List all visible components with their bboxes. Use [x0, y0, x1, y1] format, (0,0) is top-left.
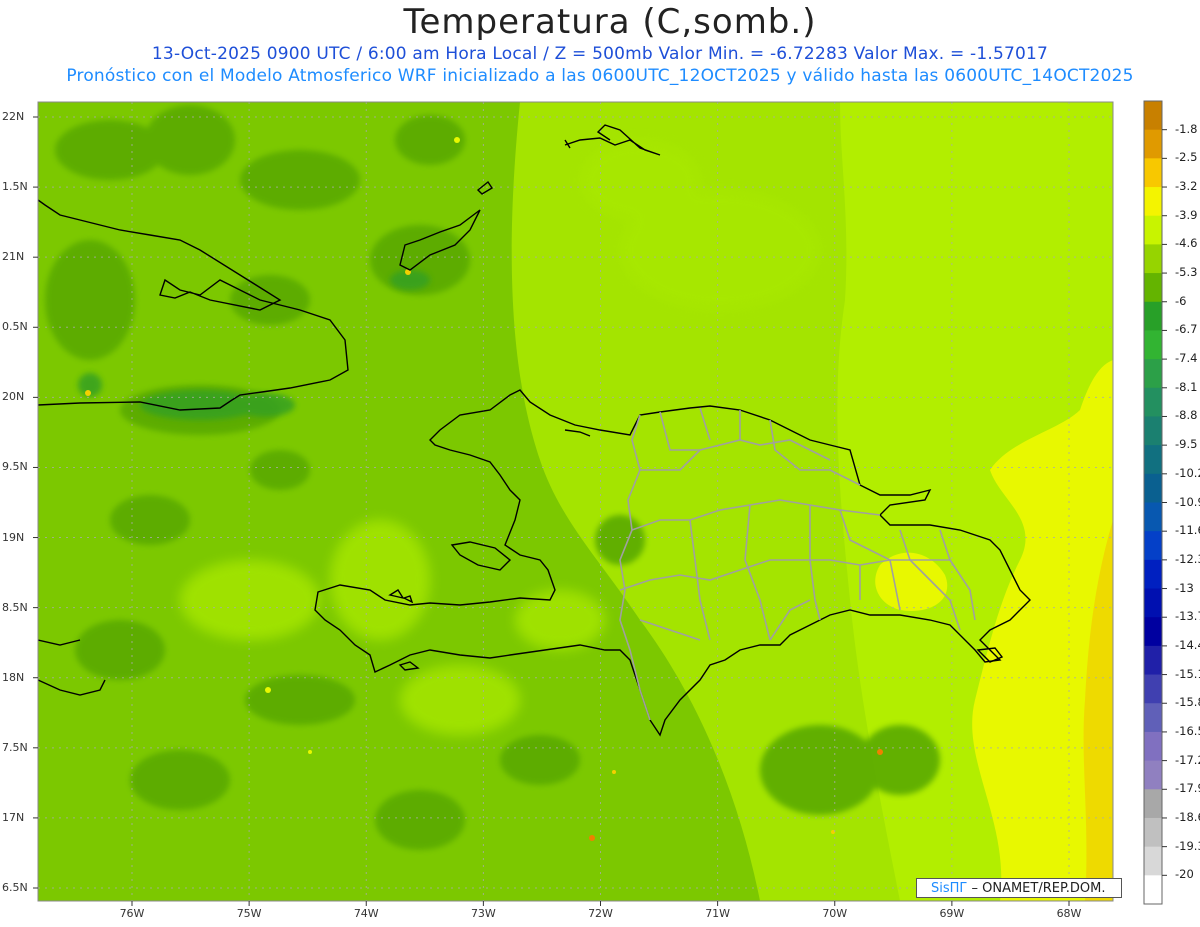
colorbar-segment [1144, 588, 1162, 618]
colorbar-label: -8.1 [1175, 379, 1198, 394]
latitude-label: 1.5N [2, 180, 28, 194]
latitude-label: 6.5N [2, 881, 28, 894]
colorbar-label: -15.1 [1175, 666, 1200, 681]
longitude-label: 68W [1056, 907, 1082, 920]
latitude-label: 8.5N [2, 600, 28, 614]
colorbar-segment [1144, 617, 1162, 647]
colorbar-label: -19.3 [1175, 838, 1200, 853]
colorbar-segment [1144, 703, 1162, 733]
latitude-label: 0.5N [2, 320, 28, 334]
colorbar-segment [1144, 559, 1162, 590]
longitude-label: 71W [705, 907, 731, 920]
colorbar-label: -12.3 [1175, 551, 1200, 566]
colorbar-segment [1144, 789, 1162, 819]
colorbar-label: -10.9 [1175, 494, 1200, 509]
credit-sis: SisПГ [931, 881, 968, 896]
colorbar-segment [1144, 301, 1162, 331]
latitude-label: 17N [2, 810, 25, 824]
colorbar-label: -9.5 [1175, 437, 1198, 452]
temperature-map [33, 100, 1167, 906]
longitude-label: 73W [470, 907, 496, 920]
latitude-label: 20N [2, 390, 25, 404]
colorbar [1143, 100, 1167, 905]
longitude-label: 72W [588, 907, 613, 920]
colorbar-label: -6.7 [1175, 322, 1198, 337]
colorbar-label: -8.8 [1175, 408, 1198, 423]
colorbar-segment [1144, 875, 1162, 905]
colorbar-label: -6 [1175, 293, 1187, 308]
colorbar-segment [1144, 817, 1162, 848]
colorbar-label: -20 [1175, 867, 1194, 882]
latitude-label: 19N [2, 530, 25, 544]
colorbar-label: -15.8 [1175, 695, 1200, 710]
latitude-label: 7.5N [2, 740, 28, 754]
temperature-field [38, 102, 1113, 901]
colorbar-label: -14.4 [1175, 637, 1200, 652]
colorbar-label: -18.6 [1175, 809, 1200, 824]
colorbar-label: -13.7 [1175, 609, 1200, 624]
longitude-label: 70W [822, 907, 848, 920]
colorbar-label: -3.2 [1175, 179, 1198, 194]
longitude-label: 69W [939, 907, 965, 920]
colorbar-segment [1144, 158, 1162, 188]
colorbar-segment [1144, 846, 1162, 876]
colorbar-segment [1144, 416, 1162, 446]
colorbar-segment [1144, 273, 1162, 303]
colorbar-segment [1144, 531, 1162, 561]
colorbar-segment [1144, 473, 1162, 503]
colorbar-label: -17.2 [1175, 752, 1200, 767]
latitude-label: 21N [2, 250, 25, 264]
colorbar-label: -7.4 [1175, 351, 1198, 366]
colorbar-segment [1144, 445, 1162, 475]
colorbar-label: -1.8 [1175, 121, 1198, 136]
colorbar-label: -5.3 [1175, 265, 1198, 280]
colorbar-segment [1144, 129, 1162, 159]
colorbar-segment [1144, 502, 1162, 532]
colorbar-label: -16.5 [1175, 723, 1200, 738]
colorbar-label: -3.9 [1175, 207, 1198, 222]
longitude-label: 76W [119, 907, 145, 920]
colorbar-segment [1144, 359, 1162, 389]
colorbar-segment [1144, 244, 1162, 274]
colorbar-segment [1144, 387, 1162, 417]
credit-box: SisПГ – ONAMET/REP.DOM. [916, 878, 1122, 898]
latitude-label: 22N [2, 110, 25, 123]
latitude-label: 18N [2, 670, 25, 684]
colorbar-segment [1144, 760, 1162, 790]
credit-org: – ONAMET/REP.DOM. [971, 881, 1106, 896]
colorbar-label: -13 [1175, 580, 1194, 595]
colorbar-segment [1144, 101, 1162, 131]
colorbar-segment [1144, 330, 1162, 360]
colorbar-label: -2.5 [1175, 150, 1198, 165]
colorbar-segment [1144, 674, 1162, 704]
colorbar-label: -4.6 [1175, 236, 1198, 251]
colorbar-segment [1144, 645, 1162, 676]
colorbar-label: -10.2 [1175, 465, 1200, 480]
latitude-label: 9.5N [2, 460, 28, 474]
longitude-label: 75W [236, 907, 262, 920]
colorbar-segment [1144, 731, 1162, 762]
longitude-label: 74W [353, 907, 379, 920]
colorbar-label: -17.9 [1175, 781, 1200, 796]
colorbar-segment [1144, 215, 1162, 245]
colorbar-label: -11.6 [1175, 523, 1200, 538]
colorbar-segment [1144, 187, 1162, 217]
